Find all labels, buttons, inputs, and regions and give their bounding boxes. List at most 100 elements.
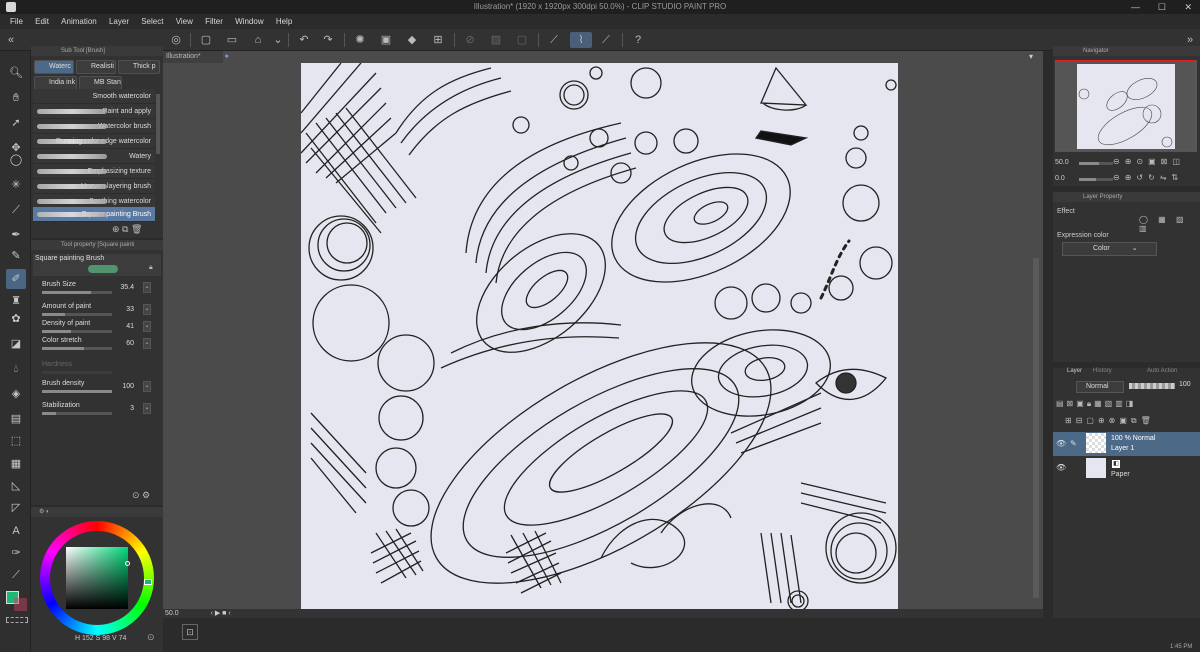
brush-item[interactable]: Watercolor brush	[33, 119, 155, 134]
nav-zoom-value[interactable]: 50.0	[1055, 159, 1069, 166]
tab-india-ink[interactable]: India ink	[34, 76, 77, 90]
opacity-slider[interactable]	[1129, 383, 1175, 389]
layer-row[interactable]: 👁︎ ◧ Paper	[1053, 456, 1200, 480]
brush-tool-icon[interactable]: ✐	[6, 269, 26, 289]
color-stretch-slider[interactable]	[42, 347, 112, 350]
menu-edit[interactable]: Edit	[35, 17, 49, 26]
undo-icon[interactable]: ↶	[296, 32, 312, 48]
snap-special-ruler-icon[interactable]: ⌇	[570, 32, 592, 48]
nav-zoom-slider[interactable]	[1079, 162, 1113, 165]
snap-ruler-icon[interactable]: ⟋	[546, 32, 562, 48]
airbrush-icon[interactable]: ♜	[6, 291, 26, 311]
collapse-left-icon[interactable]: «	[3, 32, 19, 48]
prop-value[interactable]: 100	[114, 383, 134, 390]
open-file-icon[interactable]: ▭	[224, 32, 240, 48]
document-tab[interactable]: Illustration* ●	[163, 51, 229, 63]
nav-rotate-buttons[interactable]: ⊖⊕↺↻⇋⇅	[1113, 173, 1183, 182]
deselect-icon[interactable]: ⊘	[462, 32, 478, 48]
duplicate-subtool-icon[interactable]: ⊕ ⧉ 🗑︎	[112, 224, 142, 235]
prop-value[interactable]: 3	[114, 405, 134, 412]
nav-angle-slider[interactable]	[1079, 178, 1113, 181]
brush-item[interactable]: Uneven layering brush	[33, 179, 155, 194]
brush-item[interactable]: Paint and apply	[33, 104, 155, 119]
color-stretch-spinner[interactable]: ⌄	[143, 338, 151, 349]
show-selection-icon[interactable]: ▢	[514, 32, 530, 48]
canvas-zoom[interactable]: 50.0	[165, 610, 179, 617]
brush-density-spinner[interactable]: ⌄	[143, 381, 151, 392]
color-settings-icon[interactable]: ⊙	[147, 632, 155, 643]
navigator-viewport[interactable]	[1055, 60, 1196, 150]
gradient-icon[interactable]: ▤	[6, 409, 26, 429]
prop-value[interactable]: 35.4	[114, 284, 134, 291]
maximize-icon[interactable]: ☐	[1158, 0, 1166, 14]
brush-item-selected[interactable]: Square painting Brush	[33, 207, 155, 222]
hue-ring[interactable]	[40, 521, 154, 635]
fill-tool-icon[interactable]: ◈	[6, 384, 26, 404]
help-icon[interactable]: ?	[630, 32, 646, 48]
pen-tool-icon[interactable]: ✒	[6, 225, 26, 245]
minimize-icon[interactable]: —	[1131, 0, 1140, 14]
menu-animation[interactable]: Animation	[61, 17, 97, 26]
close-icon[interactable]: ✕	[1184, 0, 1192, 14]
prop-value[interactable]: 60	[114, 340, 134, 347]
navigator-preview[interactable]	[1055, 60, 1197, 152]
eye-icon[interactable]: 👁︎	[1056, 463, 1066, 472]
correct-line-icon[interactable]: ⟋	[6, 565, 26, 585]
clip-studio-icon[interactable]: ◎	[168, 32, 184, 48]
operation-tool-icon[interactable]: ➚	[6, 113, 26, 133]
tab-thick-paint[interactable]: Thick p	[118, 60, 160, 74]
effect-buttons[interactable]: ◯ ▦ ▨ ▥	[1139, 215, 1200, 233]
menu-layer[interactable]: Layer	[109, 17, 129, 26]
ruler-icon[interactable]: ◺	[6, 476, 26, 496]
redo-icon[interactable]: ↷	[320, 32, 336, 48]
menu-filter[interactable]: Filter	[205, 17, 223, 26]
text-tool-icon[interactable]: A	[6, 521, 26, 541]
hue-handle[interactable]	[144, 579, 152, 585]
blend-icon[interactable]: 💧︎	[6, 359, 26, 379]
tab-watercolor[interactable]: Waterc	[34, 60, 74, 74]
brush-size-spinner[interactable]: ⌄	[143, 282, 151, 293]
amount-of-paint-slider[interactable]	[42, 313, 112, 316]
balloon-icon[interactable]: ✑	[6, 543, 26, 563]
snap-grid-icon[interactable]: ⟋	[598, 32, 614, 48]
density-spinner[interactable]: ⌄	[143, 321, 151, 332]
brush-item[interactable]: Watery	[33, 149, 155, 164]
tab-layer[interactable]: Layer	[1067, 368, 1082, 374]
sub-color-swatch[interactable]	[14, 598, 27, 611]
tab-auto-action[interactable]: Auto Action	[1147, 368, 1177, 374]
direct-draw-icon[interactable]: ◸	[6, 498, 26, 518]
blend-mode-select[interactable]: Normal	[1076, 381, 1124, 393]
layer-row-selected[interactable]: 👁︎ ✎ 100 % Normal Layer 1	[1053, 432, 1200, 456]
subtool-scrollbar[interactable]	[156, 94, 160, 154]
new-file-icon[interactable]: ▢	[198, 32, 214, 48]
menu-view[interactable]: View	[176, 17, 193, 26]
clear-icon[interactable]: ✺	[352, 32, 368, 48]
transparent-color-icon[interactable]	[6, 617, 28, 623]
dropdown-icon[interactable]: ⌄	[270, 32, 286, 48]
menu-window[interactable]: Window	[235, 17, 263, 26]
frame-border-icon[interactable]: ▦	[6, 454, 26, 474]
brush-item[interactable]: Smooth watercolor	[33, 89, 155, 104]
animation-timeline-icon[interactable]: ⊡	[182, 624, 198, 640]
save-icon[interactable]: ⌂	[250, 32, 266, 48]
stabilization-spinner[interactable]: ⌄	[143, 403, 151, 414]
amount-spinner[interactable]: ⌄	[143, 304, 151, 315]
menu-select[interactable]: Select	[141, 17, 163, 26]
tab-menu-icon[interactable]: ▾	[1029, 52, 1033, 61]
brush-item[interactable]: Running color edge watercolor	[33, 134, 155, 149]
brush-item[interactable]: Emphasizing texture	[33, 164, 155, 179]
stabilization-slider[interactable]	[42, 412, 112, 415]
zoom-tool-icon[interactable]: 🔍︎	[6, 63, 26, 83]
layer-opacity-value[interactable]: 100	[1179, 381, 1191, 388]
brush-density-slider[interactable]	[42, 390, 112, 393]
reset-settings-icon[interactable]: ⊙ ⚙	[132, 490, 150, 501]
eye-icon[interactable]: 👁︎	[1056, 439, 1066, 448]
drawing-canvas[interactable]	[301, 63, 898, 609]
figure-icon[interactable]: ⬚	[6, 431, 26, 451]
invert-selection-icon[interactable]: ▨	[488, 32, 504, 48]
tab-realistic[interactable]: Realisti	[76, 60, 116, 74]
hand-tool-icon[interactable]: ✋︎	[6, 88, 26, 108]
color-picker-cursor[interactable]	[125, 561, 130, 566]
decoration-icon[interactable]: ✿	[6, 309, 26, 329]
layer-action-buttons[interactable]: ⊞⊟▢⊕⊗▣⧉🗑︎	[1065, 416, 1155, 426]
